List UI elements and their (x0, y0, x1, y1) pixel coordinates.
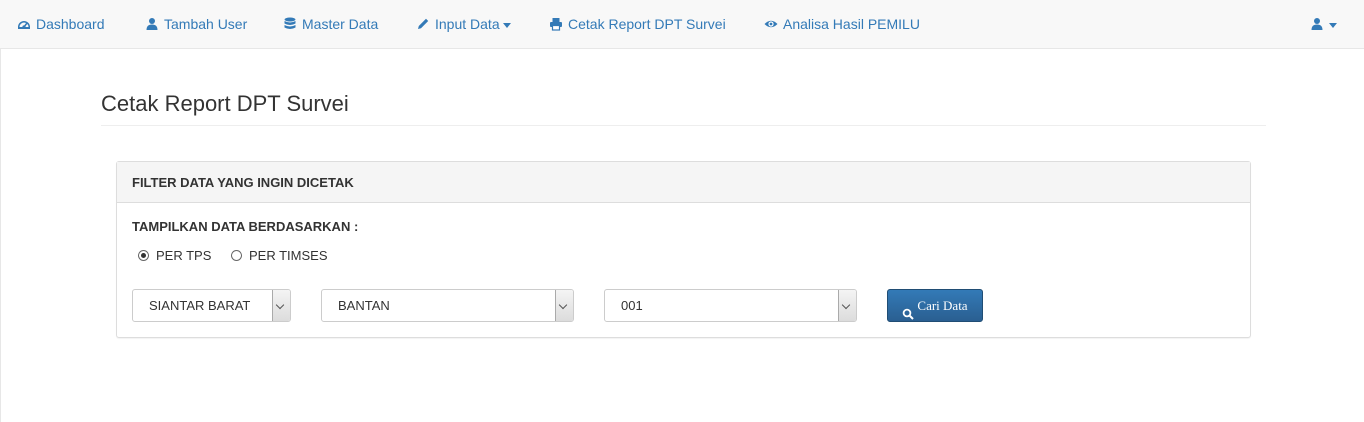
kecamatan-select-value: SIANTAR BARAT (149, 298, 251, 313)
chevron-down-icon (502, 22, 511, 28)
chevron-down-icon (1329, 22, 1337, 28)
user-menu[interactable] (1310, 0, 1337, 48)
radio-per-timses[interactable]: PER TIMSES (231, 248, 328, 263)
navbar: Dashboard Tambah User Master Data Input … (0, 0, 1364, 49)
nav-cetak-report-label: Cetak Report DPT Survei (568, 16, 726, 32)
filter-panel: FILTER DATA YANG INGIN DICETAK TAMPILKAN… (116, 161, 1251, 338)
nav-master-data-label: Master Data (302, 16, 379, 32)
pencil-icon (416, 17, 430, 31)
title-divider (101, 125, 1266, 126)
radio-per-tps-label: PER TPS (156, 248, 212, 263)
filter-label: TAMPILKAN DATA BERDASARKAN : (132, 219, 359, 234)
cari-data-label: Cari Data (917, 298, 968, 313)
nav-input-data[interactable]: Input Data (416, 0, 511, 48)
user-icon (1310, 17, 1324, 31)
eye-icon (764, 17, 778, 31)
user-icon (145, 17, 159, 31)
nav-analisa-hasil-label: Analisa Hasil PEMILU (783, 16, 920, 32)
dropdown-arrow-icon[interactable] (272, 290, 290, 321)
cari-data-button[interactable]: Cari Data (887, 289, 983, 322)
dropdown-arrow-icon[interactable] (555, 290, 573, 321)
nav-tambah-user[interactable]: Tambah User (145, 0, 247, 48)
page-title: Cetak Report DPT Survei (101, 91, 349, 116)
nav-master-data[interactable]: Master Data (283, 0, 378, 48)
panel-heading: FILTER DATA YANG INGIN DICETAK (117, 162, 1250, 203)
kelurahan-select[interactable]: BANTAN (321, 289, 574, 322)
tps-select[interactable]: 001 (604, 289, 857, 322)
dropdown-arrow-icon[interactable] (838, 290, 856, 321)
nav-dashboard[interactable]: Dashboard (17, 0, 105, 48)
kecamatan-select[interactable]: SIANTAR BARAT (132, 289, 291, 322)
search-icon (902, 300, 915, 320)
nav-dashboard-label: Dashboard (36, 16, 105, 32)
page-border (0, 49, 1, 422)
radio-per-tps[interactable]: PER TPS (138, 248, 211, 263)
radio-per-timses-indicator[interactable] (231, 250, 242, 261)
tps-select-value: 001 (621, 298, 643, 313)
radio-per-timses-label: PER TIMSES (249, 248, 328, 263)
dashboard-icon (17, 17, 31, 31)
nav-input-data-label: Input Data (435, 16, 500, 32)
nav-analisa-hasil[interactable]: Analisa Hasil PEMILU (764, 0, 920, 48)
nav-tambah-user-label: Tambah User (164, 16, 248, 32)
radio-per-tps-indicator[interactable] (138, 250, 149, 261)
kelurahan-select-value: BANTAN (338, 298, 390, 313)
print-icon (549, 17, 563, 31)
nav-cetak-report[interactable]: Cetak Report DPT Survei (549, 0, 726, 48)
database-icon (283, 17, 297, 31)
